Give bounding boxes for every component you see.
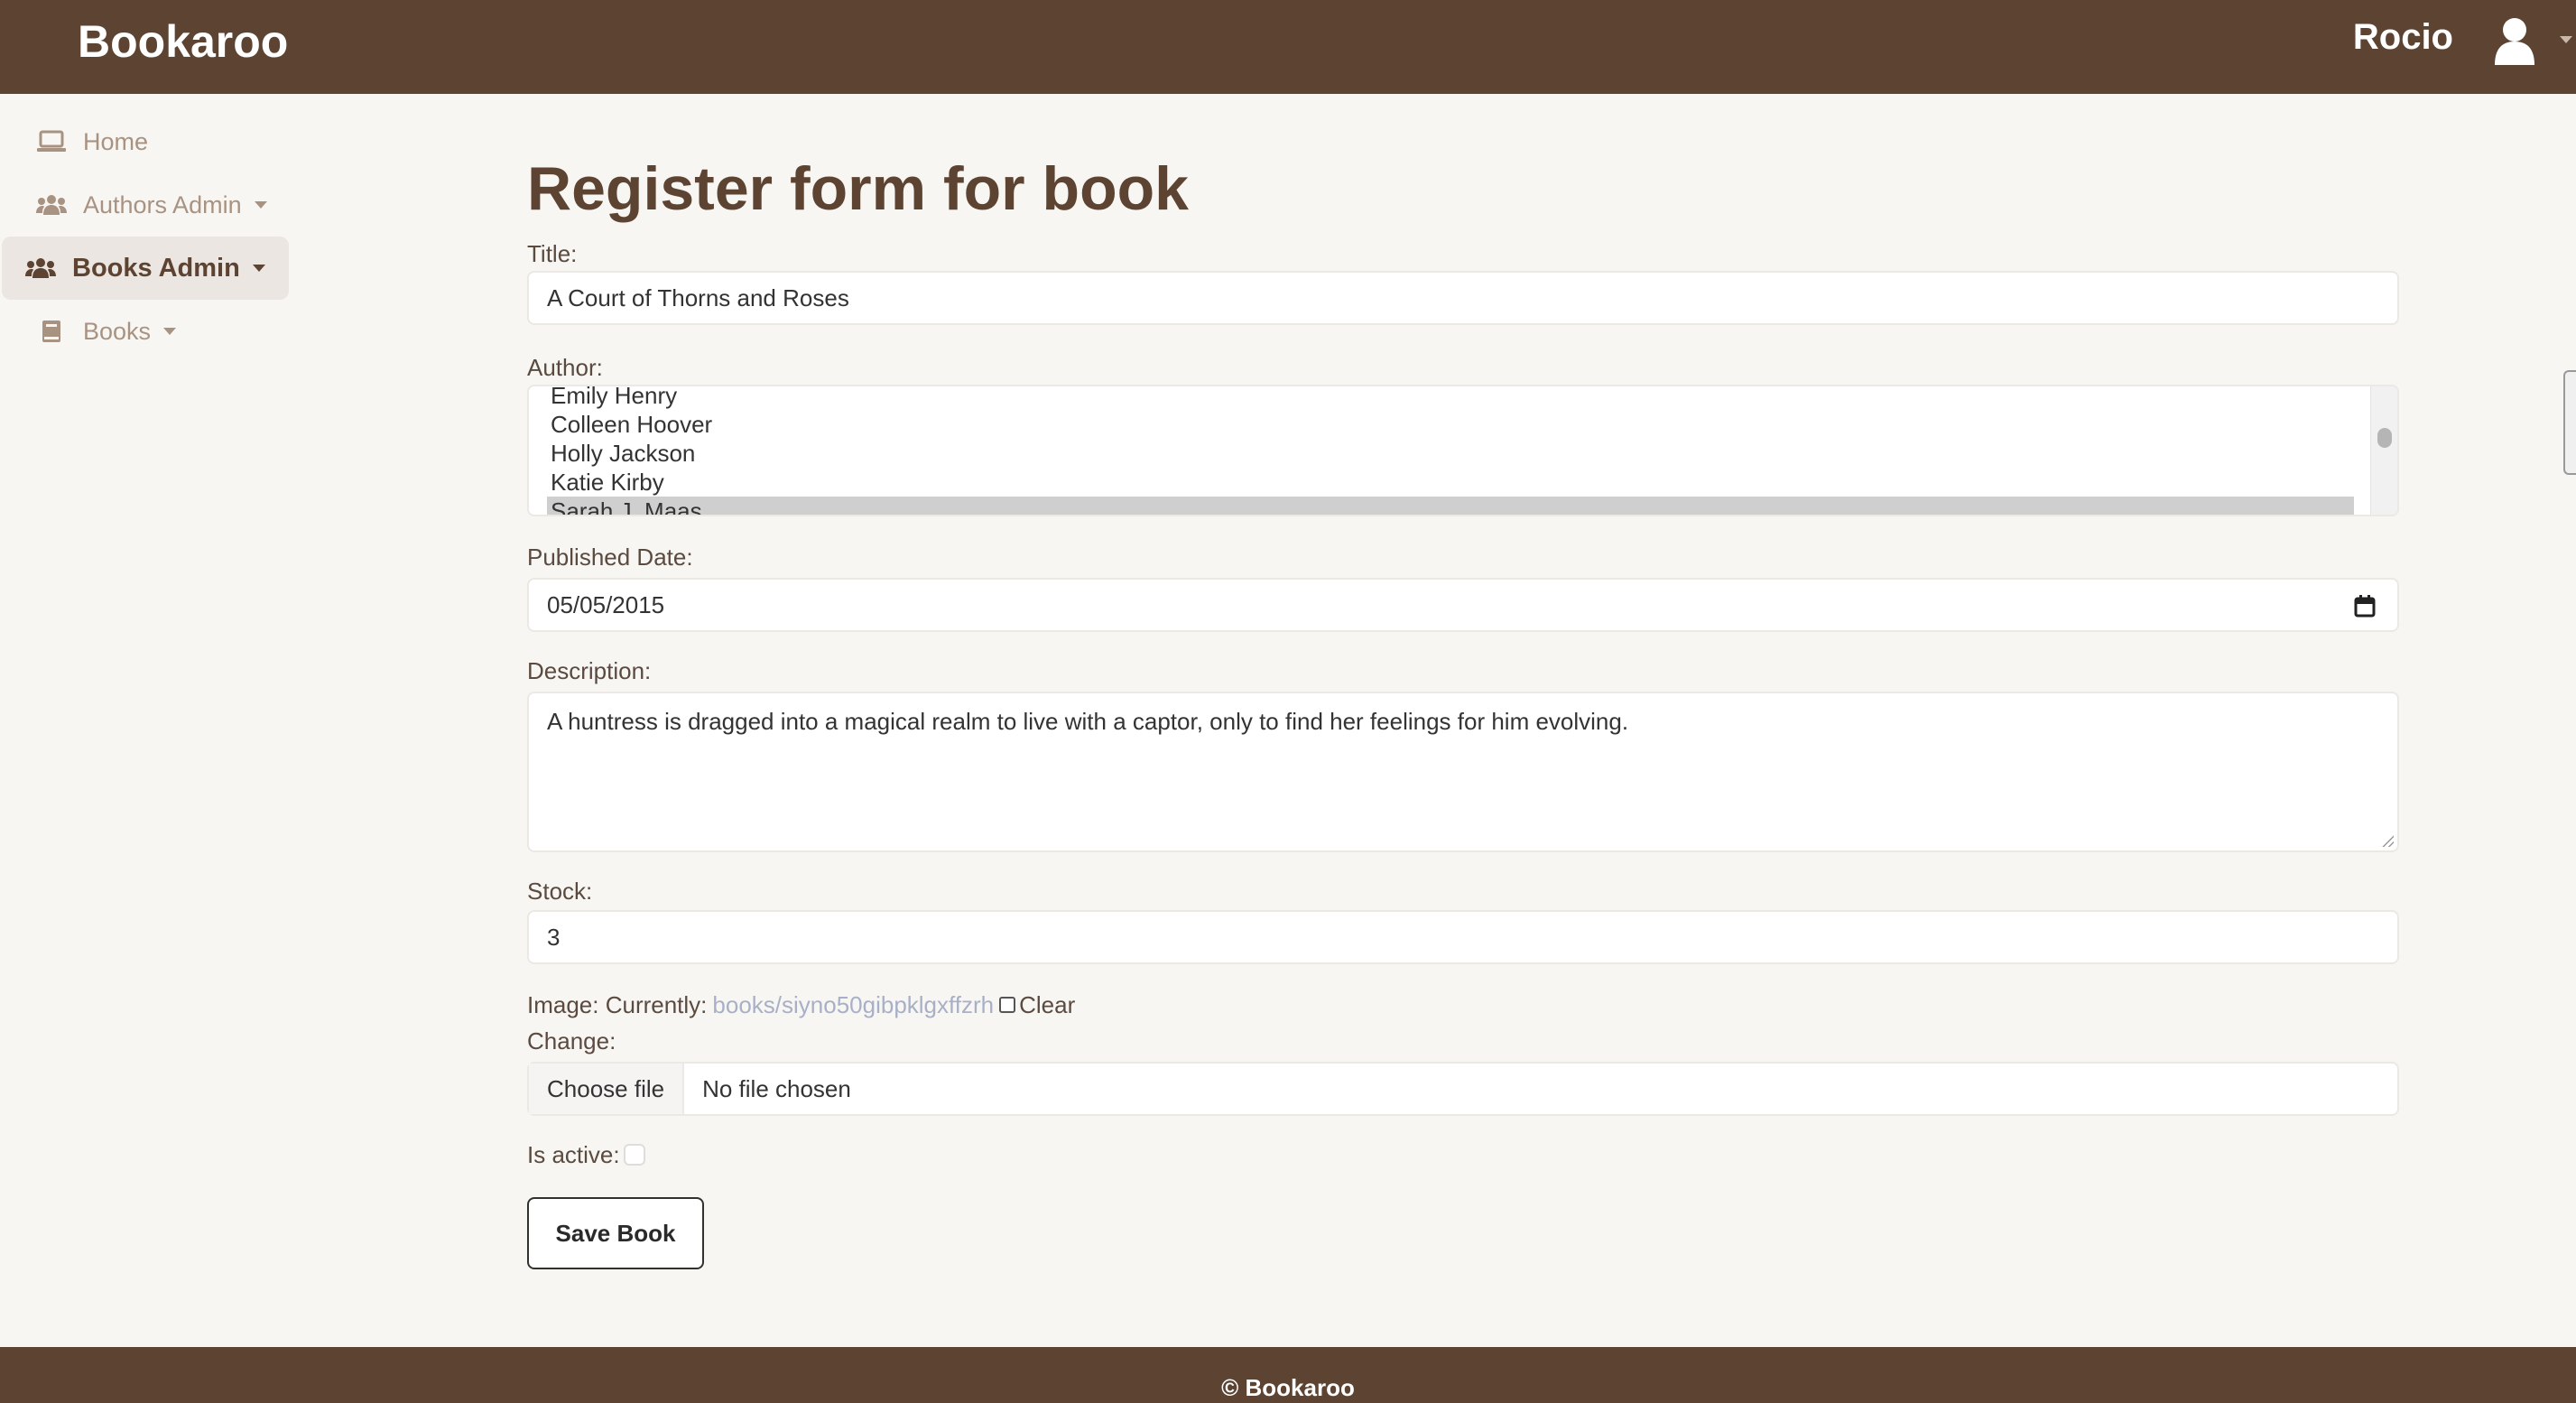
users-icon [25,255,56,282]
image-file-input[interactable]: Choose file No file chosen [527,1062,2399,1116]
page-title: Register form for book [527,154,1189,223]
image-current-link[interactable]: books/siyno50gibpklgxffzrh [712,990,994,1020]
image-clear-label: Clear [1019,991,1076,1018]
choose-file-button[interactable]: Choose file [529,1064,685,1114]
save-book-button[interactable]: Save Book [527,1197,704,1269]
laptop-icon [36,128,67,155]
description-value: A huntress is dragged into a magical rea… [547,708,1629,735]
title-input-value: A Court of Thorns and Roses [547,283,849,311]
author-option[interactable]: Colleen Hoover [547,410,2354,439]
file-status: No file chosen [702,1074,851,1102]
title-label: Title: [527,240,578,267]
user-avatar-icon[interactable] [2491,16,2538,65]
sidebar-item-books-admin[interactable]: Books Admin [2,237,289,300]
scrollbar-thumb[interactable] [2377,428,2392,448]
image-label: Image: Currently: [527,991,708,1018]
author-select-scrollbar[interactable] [2370,386,2397,515]
footer: © Bookaroo [0,1347,2576,1403]
page-scrollbar[interactable] [2563,370,2576,475]
stock-input[interactable]: 3 [527,910,2399,964]
top-navbar: Bookaroo Rocio [0,0,2576,94]
stock-value: 3 [547,923,561,951]
image-clear-checkbox[interactable] [999,997,1016,1013]
sidebar-item-home[interactable]: Home [0,110,291,173]
book-icon [36,318,67,345]
description-label: Description: [527,657,652,684]
is-active-checkbox[interactable] [623,1144,645,1166]
brand-logo[interactable]: Bookaroo [78,13,288,70]
author-option-selected[interactable]: Sarah J. Maas [547,497,2354,515]
author-option[interactable]: Holly Jackson [547,439,2354,468]
author-label: Author: [527,354,603,381]
published-date-label: Published Date: [527,544,693,571]
change-label: Change: [527,1027,616,1055]
sidebar-item-authors-admin[interactable]: Authors Admin [0,173,291,237]
chevron-down-icon [163,328,177,335]
image-current-row: Image: Currently: books/siyno50gibpklgxf… [527,990,1075,1020]
calendar-icon[interactable] [2354,594,2376,618]
sidebar-item-books[interactable]: Books [0,300,291,363]
author-option[interactable]: Emily Henry [547,386,2354,410]
sidebar-item-label: Home [83,127,149,155]
title-input[interactable]: A Court of Thorns and Roses [527,271,2399,325]
published-date-input[interactable]: 05/05/2015 [527,578,2399,632]
users-icon [36,191,67,218]
sidebar-item-label: Authors Admin [83,190,242,218]
is-active-label: Is active: [527,1141,620,1168]
stock-label: Stock: [527,878,593,905]
author-select[interactable]: Emily Henry Colleen Hoover Holly Jackson… [527,385,2399,516]
sidebar-item-label: Books Admin [72,253,240,283]
resize-grip-icon[interactable] [2381,834,2394,847]
chevron-down-icon [254,201,267,209]
description-textarea[interactable]: A huntress is dragged into a magical rea… [527,692,2399,852]
footer-text: © Bookaroo [1221,1373,1355,1401]
author-option[interactable]: Katie Kirby [547,468,2354,497]
published-date-value: 05/05/2015 [547,590,665,618]
is-active-row: Is active: [527,1139,645,1170]
sidebar-item-label: Books [83,317,152,345]
user-name[interactable]: Rocio [2353,13,2453,61]
user-menu-caret-icon[interactable] [2560,36,2572,43]
chevron-down-icon [252,265,265,272]
